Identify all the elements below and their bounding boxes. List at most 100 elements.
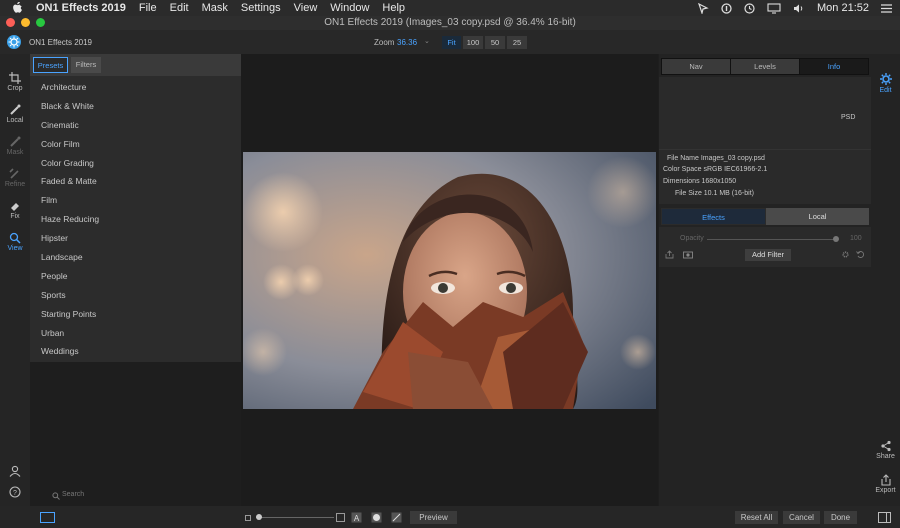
status-cursor-icon[interactable] xyxy=(698,2,709,14)
app-name-label: ON1 Effects 2019 xyxy=(29,38,92,47)
tab-info[interactable]: Info xyxy=(800,59,868,74)
window-title: ON1 Effects 2019 (Images_03 copy.psd @ 3… xyxy=(324,17,576,28)
preset-category-list: Architecture Black & White Cinematic Col… xyxy=(30,78,241,361)
mask-brush-icon xyxy=(10,136,21,147)
done-button[interactable]: Done xyxy=(824,511,857,524)
preview-button[interactable]: Preview xyxy=(410,511,457,524)
effects-panel: Opacity 100 Add Filter xyxy=(659,227,871,267)
add-filter-button[interactable]: Add Filter xyxy=(745,249,791,261)
preset-category-item[interactable]: Architecture xyxy=(30,78,241,97)
reset-arrow-icon[interactable] xyxy=(856,250,865,259)
bottom-bar: A Preview Reset All Cancel Done xyxy=(0,506,900,528)
preset-category-item[interactable]: Weddings xyxy=(30,342,241,361)
top-toolbar: ON1 Effects 2019 Zoom 36.36 ⌄ Fit 100 50… xyxy=(0,30,900,54)
preset-category-item[interactable]: Landscape xyxy=(30,248,241,267)
tool-mask[interactable]: Mask xyxy=(0,136,30,156)
tool-local-label: Local xyxy=(6,117,24,124)
preset-category-item[interactable]: Hipster xyxy=(30,229,241,248)
reset-all-button[interactable]: Reset All xyxy=(735,511,778,524)
tab-filters[interactable]: Filters xyxy=(71,57,101,73)
preset-category-item[interactable]: Sports xyxy=(30,286,241,305)
opacity-slider[interactable] xyxy=(707,239,837,240)
toggle-right-panel-icon[interactable] xyxy=(878,512,891,523)
crop-icon xyxy=(9,72,21,84)
opacity-slider-handle[interactable] xyxy=(833,236,839,242)
search-input[interactable]: Search xyxy=(50,490,220,502)
menu-window[interactable]: Window xyxy=(330,2,369,14)
export-icon xyxy=(880,474,891,486)
mask-overlay-icon[interactable] xyxy=(371,512,382,523)
cancel-button[interactable]: Cancel xyxy=(783,511,820,524)
menu-file[interactable]: File xyxy=(139,2,157,14)
settings-gear-icon[interactable] xyxy=(841,250,850,259)
compare-view-icon[interactable] xyxy=(391,512,402,523)
text-overlay-icon[interactable]: A xyxy=(351,512,362,523)
menu-help[interactable]: Help xyxy=(382,2,405,14)
preset-category-item[interactable]: Film xyxy=(30,191,241,210)
info-dimensions: Dimensions 1680x1050 xyxy=(663,178,737,185)
menu-edit[interactable]: Edit xyxy=(170,2,189,14)
tool-refine[interactable]: Refine xyxy=(0,168,30,188)
zoom-value[interactable]: 36.36 xyxy=(397,38,417,47)
share-label: Share xyxy=(876,453,895,460)
camera-icon[interactable] xyxy=(683,250,693,259)
tool-local[interactable]: Local xyxy=(0,104,30,124)
thumbnail-small-icon[interactable] xyxy=(245,515,251,521)
menubar-clock[interactable]: Mon 21:52 xyxy=(817,2,869,14)
menu-mask[interactable]: Mask xyxy=(202,2,228,14)
photo-preview[interactable] xyxy=(243,152,656,409)
info-file-name: File Name Images_03 copy.psd xyxy=(667,155,765,162)
module-edit[interactable]: Edit xyxy=(871,72,900,94)
toggle-left-panel-icon[interactable] xyxy=(40,512,55,523)
tool-fix[interactable]: Fix xyxy=(0,200,30,220)
status-clock-icon[interactable] xyxy=(744,2,755,14)
preset-category-item[interactable]: Black & White xyxy=(30,97,241,116)
preset-category-item[interactable]: Color Grading xyxy=(30,154,241,173)
help-icon[interactable]: ? xyxy=(9,486,21,498)
tab-presets[interactable]: Presets xyxy=(33,57,68,73)
preset-category-item[interactable]: Color Film xyxy=(30,135,241,154)
info-file-size: File Size 10.1 MB (16-bit) xyxy=(675,190,754,197)
tool-view[interactable]: View xyxy=(0,232,30,252)
thumbnail-size-slider-handle[interactable] xyxy=(256,514,262,520)
menu-settings[interactable]: Settings xyxy=(241,2,281,14)
portrait-photo-image xyxy=(243,152,656,409)
thumbnail-large-icon[interactable] xyxy=(336,513,345,522)
thumbnail-size-slider[interactable] xyxy=(256,517,334,518)
effects-tab-bar: Effects Local xyxy=(661,208,869,225)
tool-crop[interactable]: Crop xyxy=(0,72,30,92)
export-button[interactable]: Export xyxy=(871,474,900,494)
left-tool-rail: Crop Local Mask Refine Fix View ? xyxy=(0,54,30,506)
menu-app-name[interactable]: ON1 Effects 2019 xyxy=(36,2,126,14)
menu-list-icon[interactable] xyxy=(881,3,892,13)
nav-tab-bar: Nav Levels Info xyxy=(661,58,869,75)
share-icon xyxy=(880,440,891,452)
right-module-rail: Edit Share Export xyxy=(871,54,900,506)
info-color-space: Color Space sRGB IEC61966-2.1 xyxy=(663,166,768,173)
preset-category-item[interactable]: People xyxy=(30,267,241,286)
zoom-dropdown-chevron-icon[interactable]: ⌄ xyxy=(424,37,430,45)
apple-logo-icon[interactable] xyxy=(10,2,24,14)
share-button[interactable]: Share xyxy=(871,440,900,460)
menu-view[interactable]: View xyxy=(294,2,318,14)
tab-local[interactable]: Local xyxy=(766,208,869,225)
zoom-fit-button[interactable]: Fit xyxy=(442,36,461,49)
preset-category-item[interactable]: Starting Points xyxy=(30,305,241,324)
preset-category-item[interactable]: Urban xyxy=(30,324,241,343)
preset-category-item[interactable]: Haze Reducing xyxy=(30,210,241,229)
tab-levels[interactable]: Levels xyxy=(731,59,800,74)
status-display-icon[interactable] xyxy=(767,2,781,14)
status-1password-icon[interactable] xyxy=(721,2,732,14)
preset-category-item[interactable]: Cinematic xyxy=(30,116,241,135)
save-preset-icon[interactable] xyxy=(665,250,674,259)
refine-brush-icon xyxy=(9,168,19,179)
zoom-50-button[interactable]: 50 xyxy=(485,36,505,49)
tool-mask-label: Mask xyxy=(6,149,24,156)
zoom-25-button[interactable]: 25 xyxy=(507,36,527,49)
user-icon[interactable] xyxy=(9,465,21,477)
preset-category-item[interactable]: Faded & Matte xyxy=(30,172,241,191)
tab-effects[interactable]: Effects xyxy=(661,208,766,225)
zoom-100-button[interactable]: 100 xyxy=(463,36,483,49)
status-volume-icon[interactable] xyxy=(793,3,805,14)
tab-nav[interactable]: Nav xyxy=(662,59,731,74)
